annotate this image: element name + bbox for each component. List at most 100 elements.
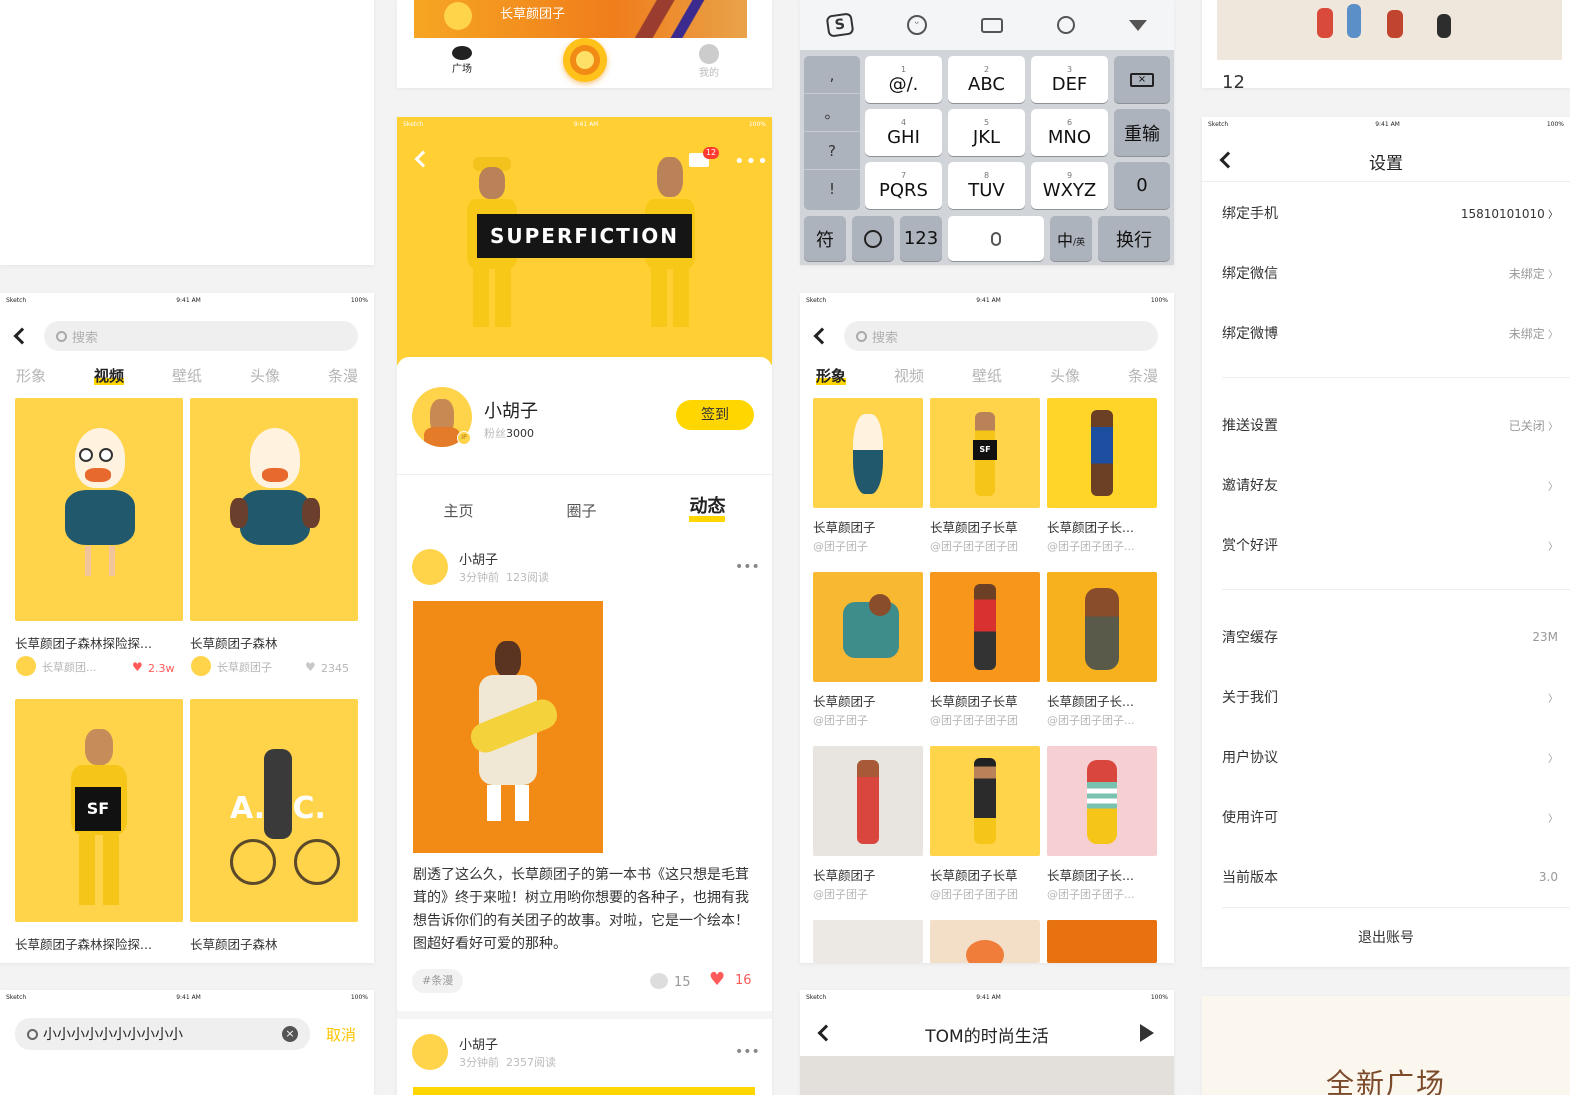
- tab-feed[interactable]: 动态: [689, 498, 726, 522]
- search-input[interactable]: 搜索: [844, 321, 1158, 351]
- rate-app-row[interactable]: 赏个好评: [1222, 535, 1558, 555]
- post-image[interactable]: [413, 601, 603, 853]
- cancel-button[interactable]: 取消: [326, 1024, 356, 1045]
- figure-card[interactable]: [813, 920, 923, 963]
- tab-figure[interactable]: 形象: [816, 365, 847, 386]
- post-author-avatar[interactable]: [412, 1034, 448, 1070]
- tab-wallpaper[interactable]: 壁纸: [172, 365, 202, 386]
- post-tag[interactable]: #条漫: [412, 969, 464, 993]
- share-icon[interactable]: [1140, 1024, 1154, 1042]
- figure-card[interactable]: [813, 398, 923, 508]
- tab-mine[interactable]: 我的: [694, 44, 724, 79]
- back-icon[interactable]: [813, 327, 831, 345]
- bind-wechat-row[interactable]: 绑定微信 未绑定: [1222, 263, 1558, 283]
- clear-icon[interactable]: ×: [282, 1026, 298, 1042]
- back-icon[interactable]: [13, 327, 31, 345]
- video-card[interactable]: A.T.C.: [190, 699, 358, 922]
- push-settings-row[interactable]: 推送设置 已关闭: [1222, 415, 1558, 435]
- figure-card[interactable]: [813, 572, 923, 682]
- license-row[interactable]: 使用许可: [1222, 807, 1558, 827]
- punct-key[interactable]: 。: [804, 94, 860, 132]
- search-icon[interactable]: [1057, 16, 1075, 34]
- heart-icon[interactable]: ♥: [132, 660, 143, 674]
- punct-key[interactable]: ?: [804, 132, 860, 170]
- language-key[interactable]: 中/英: [1050, 216, 1092, 261]
- back-icon[interactable]: [414, 150, 432, 168]
- clock: 9:41 AM: [176, 993, 201, 1001]
- key-9[interactable]: 9 WXYZ: [1031, 162, 1108, 209]
- clear-cache-row[interactable]: 清空缓存 23M: [1222, 627, 1558, 647]
- tab-video[interactable]: 视频: [894, 365, 924, 386]
- punct-key[interactable]: !: [804, 170, 860, 208]
- tab-comic[interactable]: 条漫: [1128, 365, 1158, 386]
- figure-title: 长草颜团子长...: [1047, 520, 1134, 535]
- collapse-icon[interactable]: [1129, 19, 1147, 31]
- tab-figure[interactable]: 形象: [16, 365, 46, 386]
- search-input[interactable]: 小小小小小小小小小小 ×: [15, 1018, 310, 1050]
- tab-wallpaper[interactable]: 壁纸: [972, 365, 1002, 386]
- tab-video[interactable]: 视频: [93, 365, 125, 386]
- clock: 9:41 AM: [1375, 120, 1400, 128]
- tab-circle[interactable]: 圈子: [566, 500, 596, 521]
- key-3[interactable]: 3 DEF: [1031, 56, 1108, 103]
- figure-card[interactable]: [1047, 572, 1157, 682]
- symbol-key[interactable]: 符: [804, 216, 846, 261]
- post-more-icon[interactable]: •••: [735, 559, 760, 575]
- reenter-key[interactable]: 重输: [1114, 109, 1170, 156]
- bind-phone-row[interactable]: 绑定手机 15810101010: [1222, 203, 1558, 223]
- bind-weibo-row[interactable]: 绑定微博 未绑定: [1222, 323, 1558, 343]
- key-6[interactable]: 6 MNO: [1031, 109, 1108, 156]
- key-5[interactable]: 5 JKL: [948, 109, 1025, 156]
- space-key[interactable]: [948, 216, 1044, 261]
- emoji-icon[interactable]: ᵕ: [907, 15, 927, 35]
- heart-icon[interactable]: ♥: [709, 969, 725, 990]
- figure-card[interactable]: [1047, 746, 1157, 856]
- figure-card[interactable]: [930, 920, 1040, 963]
- tab-plaza[interactable]: 广场: [447, 46, 477, 75]
- enter-key[interactable]: 换行: [1098, 216, 1170, 261]
- figure-card[interactable]: SF: [930, 398, 1040, 508]
- center-create-button[interactable]: [563, 38, 607, 82]
- comment-icon[interactable]: [650, 973, 668, 989]
- punct-key[interactable]: ,: [804, 56, 860, 94]
- about-us-row[interactable]: 关于我们: [1222, 687, 1558, 707]
- numeric-key[interactable]: 123: [900, 216, 942, 261]
- battery: 100%: [1150, 296, 1168, 304]
- video-card[interactable]: [190, 398, 358, 621]
- keyboard-icon[interactable]: [981, 17, 1003, 33]
- globe-key[interactable]: [852, 216, 894, 261]
- header-divider: [1202, 181, 1570, 182]
- video-card[interactable]: SF: [15, 699, 183, 922]
- tab-avatar[interactable]: 头像: [1050, 365, 1080, 386]
- logout-button[interactable]: 退出账号: [1202, 927, 1570, 947]
- key-number: 7: [900, 170, 907, 180]
- post-author-avatar[interactable]: [412, 549, 448, 585]
- search-query: 小小小小小小小小小小: [43, 1027, 183, 1043]
- invite-friends-row[interactable]: 邀请好友: [1222, 475, 1558, 495]
- figure-card[interactable]: [813, 746, 923, 856]
- figure-card[interactable]: [930, 746, 1040, 856]
- search-input[interactable]: 搜索: [44, 321, 358, 351]
- tab-comic[interactable]: 条漫: [328, 365, 358, 386]
- video-card[interactable]: [15, 398, 183, 621]
- figure-card[interactable]: [930, 572, 1040, 682]
- user-agreement-row[interactable]: 用户协议: [1222, 747, 1558, 767]
- key-4[interactable]: 4 GHI: [865, 109, 942, 156]
- key-7[interactable]: 7 PQRS: [865, 162, 942, 209]
- checkin-button[interactable]: 签到: [676, 400, 754, 430]
- key-8[interactable]: 8 TUV: [948, 162, 1025, 209]
- tab-avatar[interactable]: 头像: [250, 365, 280, 386]
- backspace-key[interactable]: ×: [1114, 56, 1170, 103]
- key-1[interactable]: 1 @/.: [865, 56, 942, 103]
- more-icon[interactable]: •••: [734, 151, 769, 172]
- key-0[interactable]: 0: [1114, 162, 1170, 209]
- tab-home[interactable]: 主页: [443, 500, 473, 521]
- post-more-icon[interactable]: •••: [735, 1044, 760, 1060]
- sogou-icon[interactable]: S: [825, 12, 855, 38]
- heart-icon[interactable]: ♥: [305, 660, 316, 674]
- post-image[interactable]: [413, 1087, 755, 1095]
- figure-card[interactable]: [1047, 920, 1157, 963]
- figure-card[interactable]: [1047, 398, 1157, 508]
- key-2[interactable]: 2 ABC: [948, 56, 1025, 103]
- battery: 100%: [748, 120, 766, 128]
